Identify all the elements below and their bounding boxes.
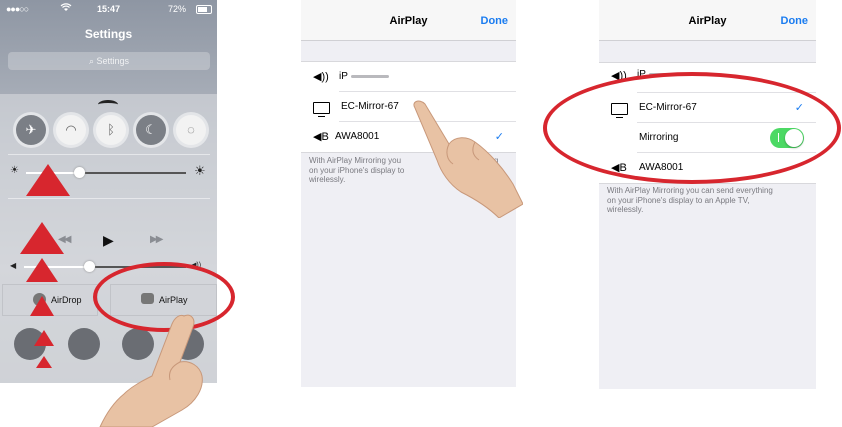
rotation-lock-toggle[interactable]: ◌ xyxy=(176,115,206,145)
airdrop-label: AirDrop xyxy=(51,295,82,305)
swipe-up-arrow xyxy=(30,296,54,316)
swipe-up-arrow xyxy=(34,330,54,346)
brightness-knob[interactable] xyxy=(73,167,85,178)
done-button[interactable]: Done xyxy=(481,15,509,27)
settings-title: Settings xyxy=(84,27,133,41)
swipe-up-arrow xyxy=(36,356,52,368)
swipe-up-arrow xyxy=(20,222,64,254)
battery-icon xyxy=(196,5,212,14)
grabber-handle[interactable] xyxy=(98,100,118,109)
redacted-name xyxy=(351,75,389,78)
do-not-disturb-toggle[interactable]: ☾ xyxy=(136,115,166,145)
status-bar: ●●●○○ 15:47 72% xyxy=(0,0,217,18)
done-button[interactable]: Done xyxy=(781,15,809,27)
moon-icon: ☾ xyxy=(145,122,157,137)
swipe-up-arrow xyxy=(26,258,58,282)
next-track-button[interactable]: ▶▶ xyxy=(150,234,163,245)
airplay-footer-text: With AirPlay Mirroring you can send ever… xyxy=(607,186,773,214)
tv-icon xyxy=(313,102,330,117)
brightness-high-icon: ☀ xyxy=(194,163,206,178)
speaker-icon: ◀)) xyxy=(313,71,329,83)
pointing-hand-icon xyxy=(413,100,523,218)
nav-bar: AirPlay Done xyxy=(599,0,816,41)
bluetooth-toggle[interactable]: ᛒ xyxy=(96,115,126,145)
volume-knob[interactable] xyxy=(83,261,95,272)
mirroring-highlight-ring xyxy=(543,72,841,184)
play-button[interactable]: ▶ xyxy=(103,232,114,249)
search-placeholder: Settings xyxy=(96,56,130,66)
wifi-toggle[interactable]: ◠ xyxy=(56,115,86,145)
device-label: AWA8001 xyxy=(335,131,380,142)
rotation-lock-icon: ◌ xyxy=(187,122,195,137)
pointing-hand-icon xyxy=(99,314,203,427)
nav-bar: AirPlay Done xyxy=(301,0,516,41)
brightness-low-icon: ☀ xyxy=(10,165,19,176)
device-row-iphone[interactable]: ◀)) iP xyxy=(301,62,516,92)
airplay-screen-mirroring: AirPlay Done ◀)) iP EC-Mirror-67 ✓ Mirro… xyxy=(599,0,816,389)
battery-percent: 72% xyxy=(168,4,187,14)
speaker-bluetooth-icon: ◀B xyxy=(313,131,329,143)
airplane-mode-toggle[interactable]: ✈ xyxy=(16,115,46,145)
divider xyxy=(8,198,210,199)
device-label: EC-Mirror-67 xyxy=(341,101,399,112)
device-label: iP xyxy=(339,71,348,82)
search-input[interactable]: ⌕ Settings xyxy=(8,52,210,70)
swipe-up-arrow xyxy=(26,164,70,196)
divider xyxy=(8,154,210,155)
bluetooth-icon: ᛒ xyxy=(107,122,115,137)
airplane-icon: ✈ xyxy=(25,122,37,137)
volume-low-icon: ◀ xyxy=(10,261,17,270)
wifi-icon: ◠ xyxy=(65,122,77,137)
